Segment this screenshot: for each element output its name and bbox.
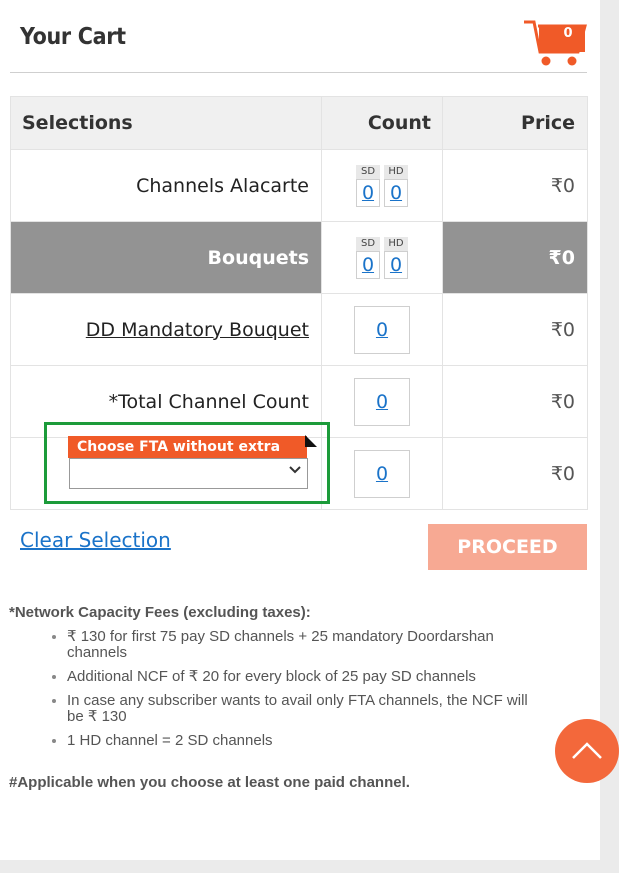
chevron-up-icon [572, 742, 602, 759]
ncf-notes: *Network Capacity Fees (excluding taxes)… [9, 604, 569, 757]
header-selections: Selections [10, 96, 322, 150]
scroll-to-top-button[interactable] [555, 719, 619, 783]
cart-header: Your Cart 0 [10, 0, 587, 73]
notes-title: *Network Capacity Fees (excluding taxes)… [9, 604, 311, 621]
list-item: ₹ 130 for first 75 pay SD channels + 25 … [67, 629, 569, 661]
hd-count-link[interactable]: 0 [384, 250, 408, 279]
header-price: Price [442, 96, 588, 150]
count-cell: 0 [321, 437, 443, 510]
row-label: Channels Alacarte [10, 149, 322, 222]
sd-tag: SD [356, 236, 380, 251]
hd-count-link[interactable]: 0 [384, 178, 408, 207]
list-item: In case any subscriber wants to avail on… [67, 693, 569, 725]
count-link[interactable]: 0 [354, 377, 410, 426]
pointer-cursor-icon [304, 433, 318, 447]
row-price: ₹0 [442, 293, 588, 366]
header-count: Count [321, 96, 443, 150]
fta-highlight-box: Choose FTA without extra cost# [44, 422, 330, 504]
hd-tag: HD [384, 164, 408, 179]
sd-count-link[interactable]: 0 [356, 178, 380, 207]
hd-count: HD 0 [384, 164, 408, 207]
table-row-dd-mandatory: DD Mandatory Bouquet 0 ₹0 [10, 293, 588, 366]
dd-mandatory-bouquet-link[interactable]: DD Mandatory Bouquet [86, 319, 309, 341]
row-price: ₹0 [442, 437, 588, 510]
list-item: Additional NCF of ₹ 20 for every block o… [67, 669, 569, 685]
sd-count: SD 0 [356, 164, 380, 207]
count-link[interactable]: 0 [354, 449, 410, 498]
sd-count: SD 0 [356, 236, 380, 279]
table-row-bouquets: Bouquets SD 0 HD 0 ₹0 [10, 221, 588, 294]
count-cell: SD 0 HD 0 [321, 149, 443, 222]
sd-tag: SD [356, 164, 380, 179]
cart-panel: Your Cart 0 Selections Count Price Chann… [0, 0, 600, 860]
row-price: ₹0 [442, 149, 588, 222]
fta-label: Choose FTA without extra cost# [68, 436, 307, 477]
clear-selection-link[interactable]: Clear Selection [20, 528, 171, 552]
shopping-cart-icon[interactable]: 0 [522, 16, 588, 68]
row-label-cell: DD Mandatory Bouquet [10, 293, 322, 366]
row-price: ₹0 [442, 365, 588, 438]
applicable-note: #Applicable when you choose at least one… [9, 774, 410, 791]
count-cell: 0 [321, 365, 443, 438]
chevron-down-icon [289, 464, 301, 480]
sd-count-link[interactable]: 0 [356, 250, 380, 279]
hd-count: HD 0 [384, 236, 408, 279]
table-row-channels-alacarte: Channels Alacarte SD 0 HD 0 ₹0 [10, 149, 588, 222]
cart-title: Your Cart [20, 24, 126, 50]
count-cell: 0 [321, 293, 443, 366]
count-link[interactable]: 0 [354, 305, 410, 354]
list-item: 1 HD channel = 2 SD channels [67, 733, 569, 749]
hd-tag: HD [384, 236, 408, 251]
count-cell: SD 0 HD 0 [321, 221, 443, 294]
cart-count-badge: 0 [563, 26, 573, 41]
notes-list: ₹ 130 for first 75 pay SD channels + 25 … [9, 629, 569, 749]
row-label: Bouquets [10, 221, 322, 294]
row-price: ₹0 [442, 221, 588, 294]
proceed-button[interactable]: PROCEED [428, 524, 587, 570]
fta-select[interactable] [69, 458, 308, 489]
